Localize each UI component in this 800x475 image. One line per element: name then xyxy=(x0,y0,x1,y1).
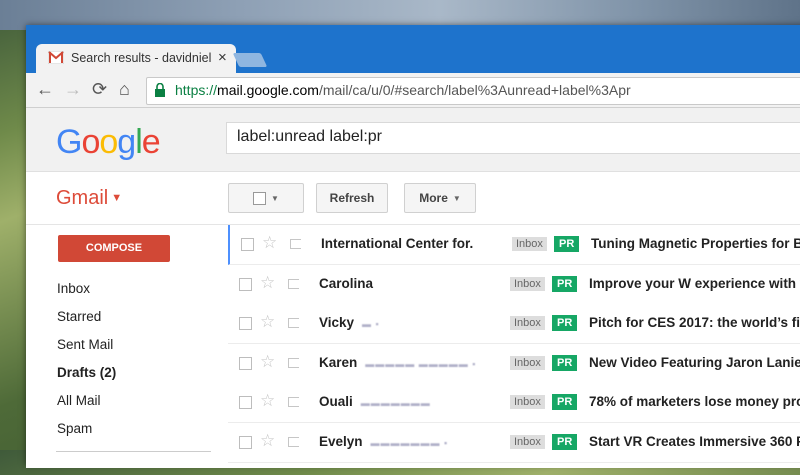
email-subject: Improve your W experience with yo xyxy=(589,275,800,291)
redacted-text: ▬▬▬▬▬▬▬ xyxy=(360,398,431,408)
sidebar-divider xyxy=(56,451,211,452)
tab-strip: Search results - davidniel × xyxy=(26,25,800,74)
browser-tab[interactable]: Search results - davidniel × xyxy=(36,44,236,74)
email-sender: Ouali ▬▬▬▬▬▬▬ xyxy=(319,394,431,409)
more-button[interactable]: More ▼ xyxy=(404,183,476,213)
star-icon[interactable]: ☆ xyxy=(260,391,275,411)
logo-letter: e xyxy=(141,123,161,161)
importance-marker-icon[interactable] xyxy=(288,278,299,289)
pr-label[interactable]: PR xyxy=(552,394,578,410)
importance-marker-icon[interactable] xyxy=(288,436,299,447)
pr-label[interactable]: PR xyxy=(552,275,578,292)
importance-marker-icon[interactable] xyxy=(290,239,301,249)
row-checkbox[interactable] xyxy=(241,238,254,251)
email-sender: Evelyn ▬▬▬▬▬▬▬ ▪ xyxy=(319,433,449,449)
sidebar-item-all-mail[interactable]: All Mail xyxy=(57,393,101,408)
email-subject: Start VR Creates Immersive 360 Fra xyxy=(589,433,800,449)
gmail-app-menu[interactable]: Gmail ▼ xyxy=(56,187,122,210)
inbox-label[interactable]: Inbox xyxy=(510,434,545,449)
row-checkbox[interactable] xyxy=(239,277,252,291)
row-checkbox[interactable] xyxy=(239,317,252,330)
forward-icon[interactable]: → xyxy=(64,79,82,100)
gmail-header: Google label:unread label:pr xyxy=(26,108,800,172)
compose-button[interactable]: COMPOSE xyxy=(58,235,170,262)
sidebar: COMPOSE Inbox Starred Sent Mail Drafts (… xyxy=(26,225,226,475)
lock-icon xyxy=(155,83,165,97)
action-bar: Gmail ▼ ▼ Refresh More ▼ xyxy=(26,172,800,225)
star-icon[interactable]: ☆ xyxy=(262,233,277,253)
select-checkbox-button[interactable]: ▼ xyxy=(228,183,304,213)
star-icon[interactable]: ☆ xyxy=(260,431,275,451)
checkbox-icon xyxy=(253,192,267,206)
email-list: ☆ International Center for. Inbox PR Tuning … xyxy=(228,225,800,475)
back-icon[interactable]: ← xyxy=(36,79,54,100)
sidebar-item-inbox[interactable]: Inbox xyxy=(57,281,90,296)
star-icon[interactable]: ☆ xyxy=(260,352,275,372)
browser-window: Search results - davidniel × ← → ⟳ ⌂ htt… xyxy=(26,25,800,468)
email-row[interactable]: ☆ Vicky ▬ ▪ Inbox PR Pitch for CES 2017: the … xyxy=(228,304,800,344)
sidebar-item-spam[interactable]: Spam xyxy=(57,421,92,436)
logo-letter: o xyxy=(99,123,118,161)
inbox-label[interactable]: Inbox xyxy=(510,355,545,370)
pr-label[interactable]: PR xyxy=(554,236,580,252)
redacted-text: ▬▬▬▬▬▬▬ ▪ xyxy=(370,437,449,448)
new-tab-button[interactable] xyxy=(232,53,268,67)
tab-close-icon[interactable]: × xyxy=(218,49,227,66)
search-input[interactable]: label:unread label:pr xyxy=(226,122,800,154)
inbox-label[interactable]: Inbox xyxy=(510,316,545,330)
email-row[interactable]: ☆ International Center for. Inbox PR Tuning … xyxy=(228,225,800,265)
search-query: label:unread label:pr xyxy=(237,128,382,145)
redacted-text: ▬▬▬▬▬ ▬▬▬▬▬ ▪ xyxy=(365,358,477,369)
inbox-label[interactable]: Inbox xyxy=(510,395,545,409)
logo-letter: o xyxy=(81,123,100,161)
star-icon[interactable]: ☆ xyxy=(260,312,275,332)
row-checkbox[interactable] xyxy=(239,435,252,449)
email-sender: Vicky ▬ ▪ xyxy=(319,315,380,330)
pr-label[interactable]: PR xyxy=(552,354,578,371)
reload-icon[interactable]: ⟳ xyxy=(92,79,107,100)
inbox-label[interactable]: Inbox xyxy=(510,276,545,291)
importance-marker-icon[interactable] xyxy=(288,318,299,328)
chevron-down-icon: ▼ xyxy=(111,192,123,204)
row-checkbox[interactable] xyxy=(239,356,252,370)
sidebar-item-starred[interactable]: Starred xyxy=(57,309,101,324)
gmail-favicon xyxy=(48,51,64,64)
email-subject: Tuning Magnetic Properties for Be xyxy=(591,236,800,251)
email-row[interactable]: ☆ Karen ▬▬▬▬▬ ▬▬▬▬▬ ▪ Inbox PR New Video Feat… xyxy=(228,343,800,384)
google-logo[interactable]: Google xyxy=(56,123,161,162)
importance-marker-icon[interactable] xyxy=(288,357,299,368)
pr-label[interactable]: PR xyxy=(552,433,578,450)
address-bar[interactable]: https://mail.google.com/mail/ca/u/0/#sea… xyxy=(146,77,800,105)
home-icon[interactable]: ⌂ xyxy=(119,79,130,100)
sidebar-item-sent[interactable]: Sent Mail xyxy=(57,337,113,352)
email-sender: International Center for. xyxy=(321,236,474,251)
star-icon[interactable]: ☆ xyxy=(260,273,275,293)
inbox-label[interactable]: Inbox xyxy=(512,237,547,251)
email-subject: Pitch for CES 2017: the world’s firs xyxy=(589,315,800,330)
email-sender: Carolina xyxy=(319,275,374,291)
email-subject: New Video Featuring Jaron Lanier xyxy=(589,354,800,370)
url-text: https://mail.google.com/mail/ca/u/0/#sea… xyxy=(175,82,631,98)
chevron-down-icon: ▼ xyxy=(452,193,461,203)
redacted-text: ▬ ▪ xyxy=(362,319,380,329)
tab-title: Search results - davidniel xyxy=(71,51,211,65)
logo-letter: G xyxy=(56,123,82,161)
pr-label[interactable]: PR xyxy=(552,315,578,331)
email-subject: 78% of marketers lose money probl xyxy=(589,394,800,409)
importance-marker-icon[interactable] xyxy=(288,397,299,407)
email-row[interactable]: ☆ Carolina Inbox PR Improve your W experienc… xyxy=(228,264,800,305)
email-row[interactable]: ☆ Evelyn ▬▬▬▬▬▬▬ ▪ Inbox PR Start VR Creates … xyxy=(228,422,800,463)
gmail-page: Google label:unread label:pr Gmail ▼ ▼ Re… xyxy=(26,108,800,468)
sidebar-item-drafts[interactable]: Drafts (2) xyxy=(57,365,116,380)
row-checkbox[interactable] xyxy=(239,396,252,409)
email-row[interactable]: ☆ Ouali ▬▬▬▬▬▬▬ Inbox PR 78% of marketers los… xyxy=(228,383,800,423)
chevron-down-icon: ▼ xyxy=(271,193,279,203)
email-sender: Karen ▬▬▬▬▬ ▬▬▬▬▬ ▪ xyxy=(319,354,477,370)
logo-letter: g xyxy=(117,123,136,161)
refresh-button[interactable]: Refresh xyxy=(316,183,388,213)
browser-toolbar: ← → ⟳ ⌂ https://mail.google.com/mail/ca/… xyxy=(26,73,800,108)
